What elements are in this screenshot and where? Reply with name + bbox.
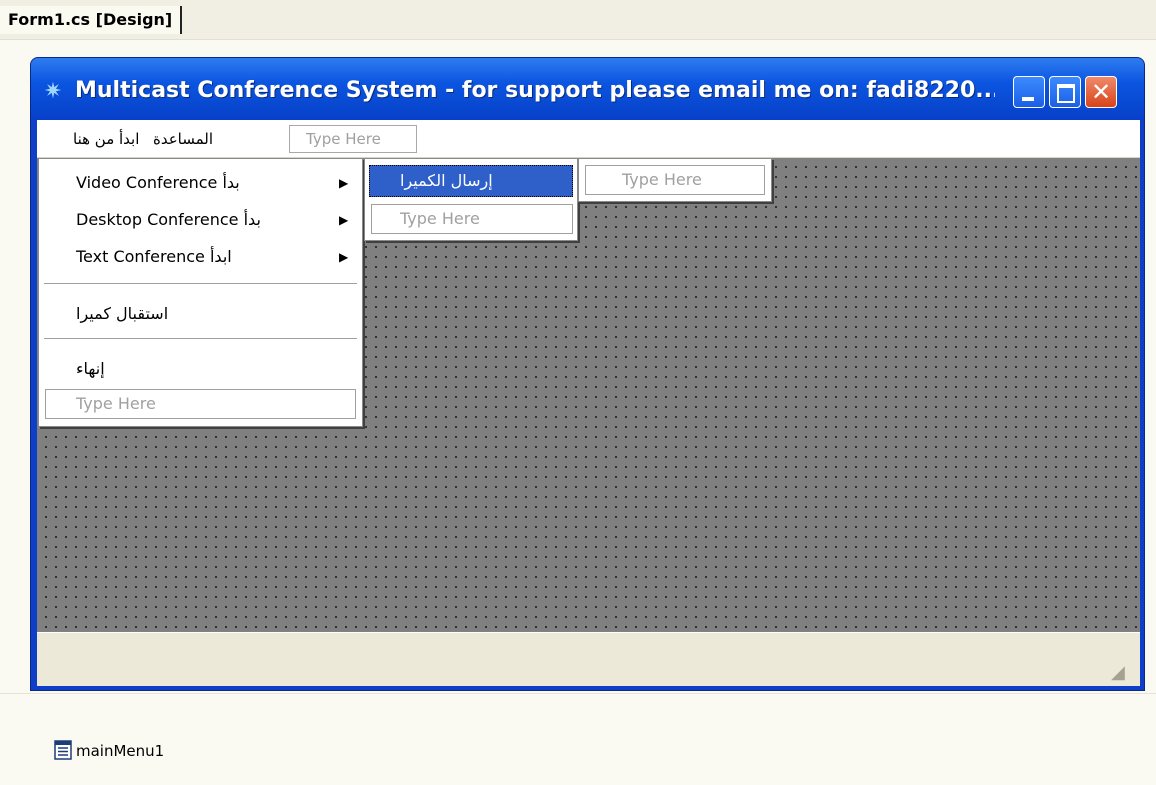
submenu-arrow-icon: ▶	[339, 176, 349, 190]
menu-item-exit[interactable]: إنهاء	[39, 351, 362, 387]
menubar-type-here-field[interactable]: Type Here	[289, 125, 417, 153]
video-conference-submenu: إرسال الكميرا Type Here	[364, 158, 578, 241]
menu-item-send-camera[interactable]: إرسال الكميرا	[369, 165, 573, 197]
menu-item-video-conference[interactable]: Video Conference بدأ ▶	[39, 165, 362, 201]
close-button[interactable]: ✕	[1085, 76, 1117, 108]
satellite-icon: ✷	[43, 79, 63, 104]
window-title: Multicast Conference System - for suppor…	[75, 78, 995, 103]
menu-item-label: استقبال كميرا	[76, 304, 169, 323]
menu-item-label: Desktop Conference بدأ	[76, 210, 261, 229]
designer-tab[interactable]: Form1.cs [Design]	[0, 6, 183, 34]
main-menu-icon[interactable]	[54, 740, 72, 760]
nested-type-here-field[interactable]: Type Here	[585, 165, 765, 195]
component-tray-divider	[0, 693, 1156, 694]
menu-start-here[interactable]: ابدأ من هنا	[73, 126, 139, 152]
start-dropdown-menu: Video Conference بدأ ▶ Desktop Conferenc…	[38, 158, 363, 427]
designer-tab-strip: Form1.cs [Design]	[0, 0, 1156, 40]
menu-item-label: إنهاء	[76, 359, 105, 378]
window-titlebar[interactable]: ✷ Multicast Conference System - for supp…	[31, 58, 1144, 120]
close-icon: ✕	[1090, 78, 1112, 106]
component-tray-item-label[interactable]: mainMenu1	[76, 740, 164, 762]
menu-item-receive-camera[interactable]: استقبال كميرا	[39, 296, 362, 332]
submenu-arrow-icon: ▶	[339, 213, 349, 227]
submenu-arrow-icon: ▶	[339, 250, 349, 264]
nested-submenu: Type Here	[578, 158, 772, 202]
status-bar: ◢	[37, 632, 1140, 686]
resize-grip-icon[interactable]: ◢	[1111, 663, 1131, 683]
menu-help[interactable]: المساعدة	[153, 126, 213, 152]
menu-item-desktop-conference[interactable]: Desktop Conference بدأ ▶	[39, 202, 362, 238]
menu-item-label: Video Conference بدأ	[76, 173, 240, 192]
menu-separator	[44, 283, 357, 285]
submenu-type-here-field[interactable]: Type Here	[371, 204, 573, 234]
menu-item-text-conference[interactable]: Text Conference ابدأ ▶	[39, 239, 362, 275]
menu-bar: ابدأ من هنا المساعدة Type Here	[37, 120, 1140, 158]
maximize-button[interactable]	[1049, 76, 1081, 108]
menu-separator	[44, 338, 357, 340]
dropdown-type-here-field[interactable]: Type Here	[45, 389, 356, 419]
menu-item-label: Text Conference ابدأ	[76, 247, 232, 266]
minimize-button[interactable]	[1013, 76, 1045, 108]
